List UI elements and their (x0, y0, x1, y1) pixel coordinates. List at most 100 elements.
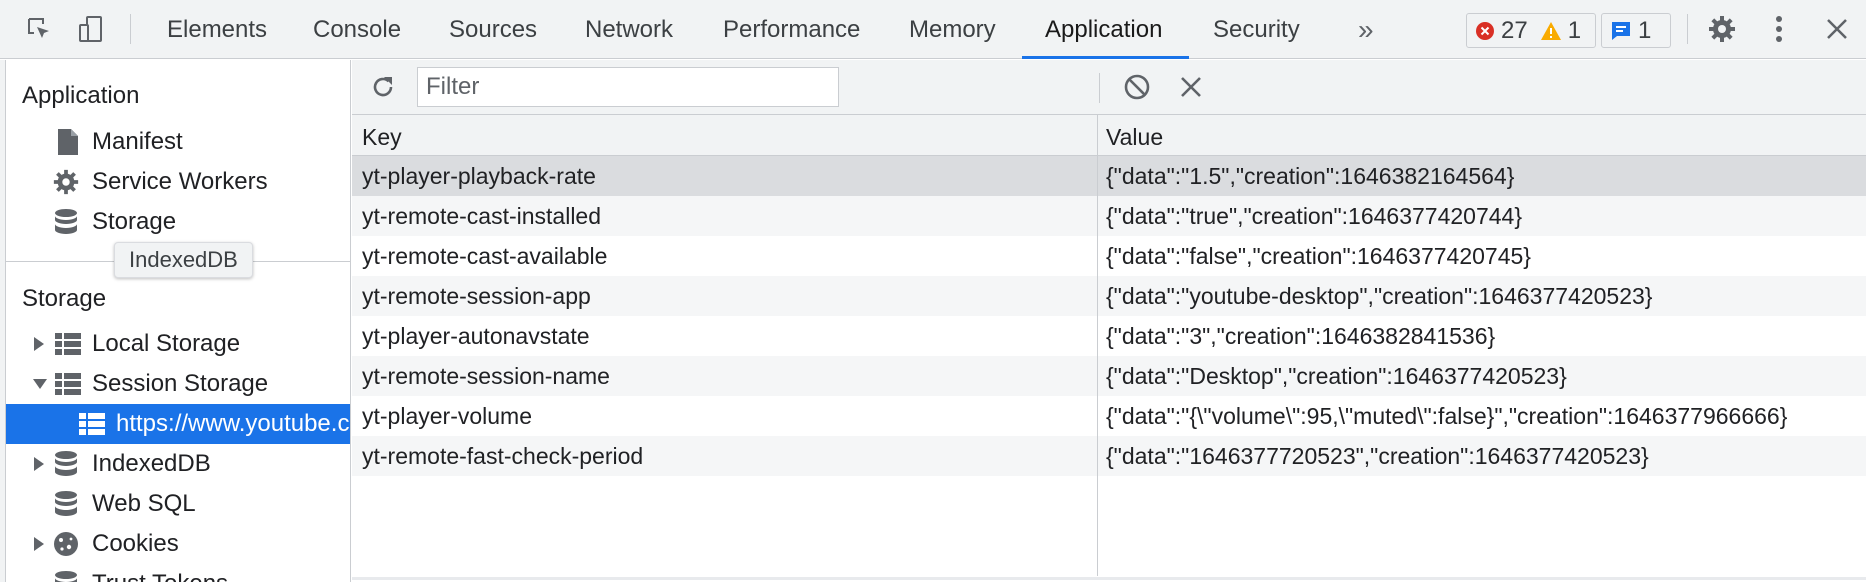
tab-network[interactable]: Network (585, 0, 673, 59)
inspect-element-icon[interactable] (22, 12, 56, 46)
sidebar-item-label: Manifest (92, 128, 183, 155)
messages-badge[interactable]: 1 (1601, 13, 1671, 48)
sidebar-item-trust-tokens[interactable]: Trust Tokens (6, 564, 350, 582)
row-key: yt-remote-fast-check-period (362, 443, 644, 469)
database-icon (52, 208, 80, 236)
message-icon (1612, 21, 1630, 40)
warning-icon (1540, 21, 1561, 40)
more-tabs-icon[interactable]: » (1358, 0, 1374, 59)
document-icon (54, 128, 82, 156)
tab-elements[interactable]: Elements (167, 0, 267, 59)
table-header: Key Value (352, 115, 1866, 156)
sidebar-item-session-storage[interactable]: Session Storage (6, 364, 350, 404)
warning-count: 1 (1567, 16, 1582, 44)
sidebar-item-label: Service Workers (92, 168, 268, 195)
sidebar-item-indexeddb[interactable]: IndexedDB (6, 444, 350, 484)
sidebar-item-cookies[interactable]: Cookies (6, 524, 350, 564)
sidebar-item-label: Trust Tokens (92, 570, 228, 582)
row-value: {"data":"youtube-desktop","creation":164… (1106, 283, 1653, 309)
column-header-value[interactable]: Value (1106, 124, 1163, 151)
delete-selected-icon[interactable] (1174, 70, 1208, 104)
table-icon (54, 330, 82, 358)
row-value: {"data":"true","creation":1646377420744} (1106, 203, 1523, 229)
sidebar-item-storage-overview[interactable]: Storage (6, 202, 350, 242)
clear-all-icon[interactable] (1120, 70, 1154, 104)
tooltip: IndexedDB (114, 242, 253, 278)
sidebar-item-label: Local Storage (92, 330, 241, 357)
database-icon (52, 490, 80, 518)
refresh-icon[interactable] (366, 70, 400, 104)
sidebar-item-label: Storage (92, 208, 177, 235)
table-icon (78, 410, 106, 438)
application-sidebar: Application Manifest Service Workers Sto… (0, 60, 351, 582)
table-row[interactable]: yt-player-autonavstate {"data":"3","crea… (352, 316, 1866, 356)
sidebar-item-label: IndexedDB (92, 450, 211, 477)
devtools-toolbar: Elements Console Sources Network Perform… (0, 0, 1866, 59)
collapse-arrow-icon[interactable] (32, 377, 48, 391)
error-count: 27 (1501, 16, 1528, 44)
expand-arrow-icon[interactable] (32, 456, 46, 472)
active-tab-indicator (1022, 56, 1189, 59)
tab-security[interactable]: Security (1213, 0, 1300, 59)
sidebar-item-label: Cookies (92, 530, 179, 557)
row-key: yt-player-playback-rate (362, 163, 596, 189)
issues-counter-badge[interactable]: 27 1 (1466, 13, 1596, 48)
sidebar-item-websql[interactable]: Web SQL (6, 484, 350, 524)
database-icon (52, 450, 80, 478)
message-count: 1 (1638, 16, 1652, 44)
sidebar-heading-application: Application (22, 82, 140, 109)
key-value-table: Key Value yt-player-playback-rate {"data… (352, 115, 1866, 578)
error-icon (1476, 21, 1494, 40)
row-key: yt-remote-cast-installed (362, 203, 602, 229)
column-resizer[interactable] (1097, 115, 1098, 576)
table-row[interactable]: yt-player-playback-rate {"data":"1.5","c… (352, 156, 1866, 196)
close-icon[interactable] (1820, 12, 1854, 46)
row-key: yt-player-autonavstate (362, 323, 590, 349)
filter-input[interactable] (417, 67, 839, 107)
tab-memory[interactable]: Memory (909, 0, 996, 59)
row-value: {"data":"Desktop","creation":16463774205… (1106, 363, 1567, 389)
row-value: {"data":"1646377720523","creation":16463… (1106, 443, 1649, 469)
sidebar-item-label: Session Storage (92, 370, 269, 397)
device-toggle-icon[interactable] (74, 12, 108, 46)
sidebar-item-session-origin[interactable]: https://www.youtube.com (6, 404, 350, 444)
table-row[interactable]: yt-remote-cast-installed {"data":"true",… (352, 196, 1866, 236)
toolbar-separator (130, 14, 131, 44)
sidebar-heading-storage: Storage (22, 285, 107, 312)
row-key: yt-player-volume (362, 403, 532, 429)
table-row[interactable]: yt-remote-fast-check-period {"data":"164… (352, 436, 1866, 476)
gear-icon (52, 168, 80, 196)
tab-application[interactable]: Application (1045, 0, 1162, 59)
more-options-icon[interactable] (1762, 12, 1796, 46)
row-value: {"data":"{\"volume\":95,\"muted\":false}… (1106, 403, 1788, 429)
sidebar-item-label: Web SQL (92, 490, 196, 517)
cookie-icon (52, 530, 80, 558)
toolbar-separator (1099, 73, 1100, 103)
tab-performance[interactable]: Performance (723, 0, 860, 59)
panel-bottom-border (352, 577, 1866, 580)
table-icon (54, 370, 82, 398)
table-row[interactable]: yt-remote-session-app {"data":"youtube-d… (352, 276, 1866, 316)
row-key: yt-remote-session-app (362, 283, 591, 309)
table-row[interactable]: yt-remote-cast-available {"data":"false"… (352, 236, 1866, 276)
sidebar-item-label: https://www.youtube.com (116, 410, 350, 437)
row-key: yt-remote-cast-available (362, 243, 608, 269)
row-value: {"data":"3","creation":1646382841536} (1106, 323, 1496, 349)
row-value: {"data":"false","creation":1646377420745… (1106, 243, 1531, 269)
storage-main-panel: Key Value yt-player-playback-rate {"data… (352, 60, 1866, 582)
tab-console[interactable]: Console (313, 0, 401, 59)
row-value: {"data":"1.5","creation":1646382164564} (1106, 163, 1515, 189)
gear-icon[interactable] (1705, 12, 1739, 46)
filter-toolbar (352, 60, 1866, 115)
sidebar-item-local-storage[interactable]: Local Storage (6, 324, 350, 364)
table-row[interactable]: yt-player-volume {"data":"{\"volume\":95… (352, 396, 1866, 436)
sidebar-item-service-workers[interactable]: Service Workers (6, 162, 350, 202)
table-row[interactable]: yt-remote-session-name {"data":"Desktop"… (352, 356, 1866, 396)
database-icon (52, 570, 80, 582)
toolbar-separator (1687, 14, 1688, 44)
tab-sources[interactable]: Sources (449, 0, 537, 59)
sidebar-item-manifest[interactable]: Manifest (6, 122, 350, 162)
expand-arrow-icon[interactable] (32, 536, 46, 552)
column-header-key[interactable]: Key (362, 124, 402, 151)
expand-arrow-icon[interactable] (32, 336, 46, 352)
